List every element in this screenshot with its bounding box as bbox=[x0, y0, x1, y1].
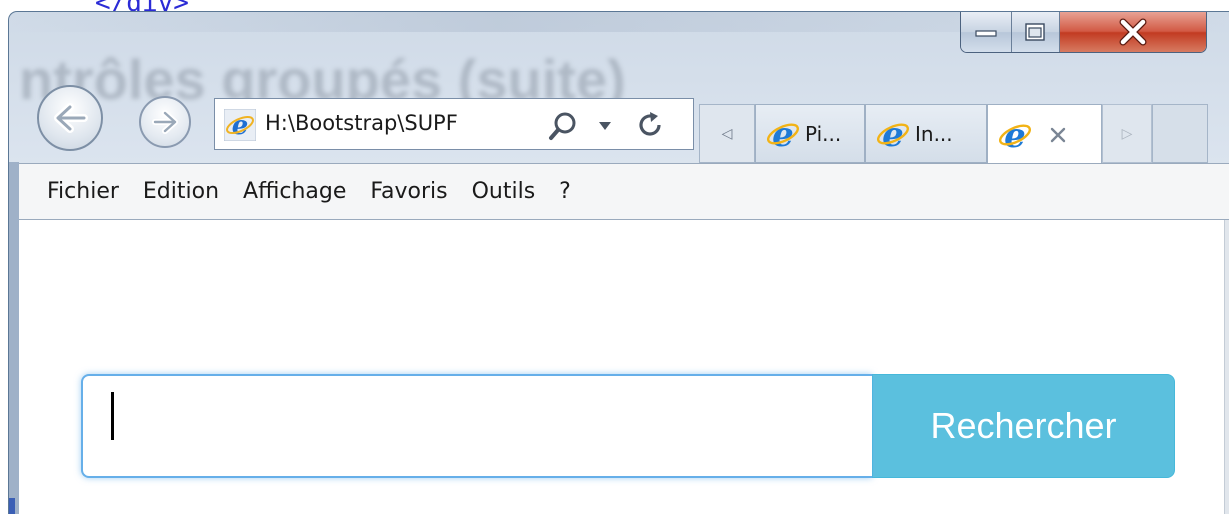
ie-icon: e bbox=[999, 117, 1031, 153]
window-caption-buttons bbox=[960, 12, 1207, 53]
refresh-icon[interactable] bbox=[635, 110, 665, 140]
chevron-down-icon[interactable] bbox=[598, 121, 612, 131]
window-left-edge bbox=[9, 162, 19, 514]
close-window-button[interactable] bbox=[1060, 12, 1206, 52]
minimize-button[interactable] bbox=[961, 12, 1012, 52]
taskbar-accent bbox=[9, 498, 15, 514]
tab-label: Pi... bbox=[805, 121, 842, 146]
browser-window: ntrôles groupés (suite) e H:\Bootstrap\S… bbox=[8, 11, 1229, 514]
search-input-group: Rechercher bbox=[81, 374, 1175, 478]
maximize-button[interactable] bbox=[1011, 12, 1061, 52]
close-icon bbox=[1119, 18, 1147, 46]
window-right-edge bbox=[1224, 220, 1229, 514]
text-caret bbox=[111, 392, 114, 440]
maximize-icon bbox=[1025, 23, 1046, 41]
menu-fichier[interactable]: Fichier bbox=[45, 179, 121, 204]
search-input[interactable] bbox=[81, 374, 872, 478]
menu-help[interactable]: ? bbox=[557, 179, 573, 204]
menu-edition[interactable]: Edition bbox=[141, 179, 221, 204]
close-icon[interactable] bbox=[1048, 125, 1068, 145]
back-button[interactable] bbox=[37, 85, 103, 151]
tab-scroll-right-button[interactable]: ▷ bbox=[1102, 104, 1152, 163]
tab-scroll-left-button[interactable]: ◁ bbox=[699, 104, 755, 163]
new-tab-button[interactable] bbox=[1152, 104, 1208, 163]
ie-icon: e bbox=[224, 109, 256, 141]
menu-favoris[interactable]: Favoris bbox=[368, 179, 449, 204]
address-bar[interactable]: e H:\Bootstrap\SUPF bbox=[214, 98, 694, 150]
back-arrow-icon bbox=[54, 103, 88, 133]
menu-outils[interactable]: Outils bbox=[470, 179, 538, 204]
minimize-icon bbox=[975, 30, 997, 37]
tab-in[interactable]: e In... bbox=[865, 104, 987, 163]
svg-text:e: e bbox=[1004, 117, 1026, 153]
ie-icon: e bbox=[767, 116, 799, 152]
search-icon[interactable] bbox=[548, 111, 578, 141]
address-text[interactable]: H:\Bootstrap\SUPF bbox=[265, 111, 545, 135]
tab-active[interactable]: e bbox=[987, 104, 1102, 164]
forward-arrow-icon bbox=[152, 110, 178, 134]
menu-affichage[interactable]: Affichage bbox=[241, 179, 348, 204]
forward-button[interactable] bbox=[139, 96, 191, 148]
svg-text:e: e bbox=[772, 116, 794, 152]
tab-pi[interactable]: e Pi... bbox=[755, 104, 865, 163]
svg-text:e: e bbox=[882, 116, 904, 152]
svg-text:e: e bbox=[232, 111, 249, 141]
tab-label: In... bbox=[915, 121, 953, 146]
page-content: Rechercher bbox=[19, 220, 1224, 514]
ie-icon: e bbox=[877, 116, 909, 152]
search-button[interactable]: Rechercher bbox=[872, 374, 1175, 478]
menu-bar: Fichier Edition Affichage Favoris Outils… bbox=[19, 163, 1229, 220]
